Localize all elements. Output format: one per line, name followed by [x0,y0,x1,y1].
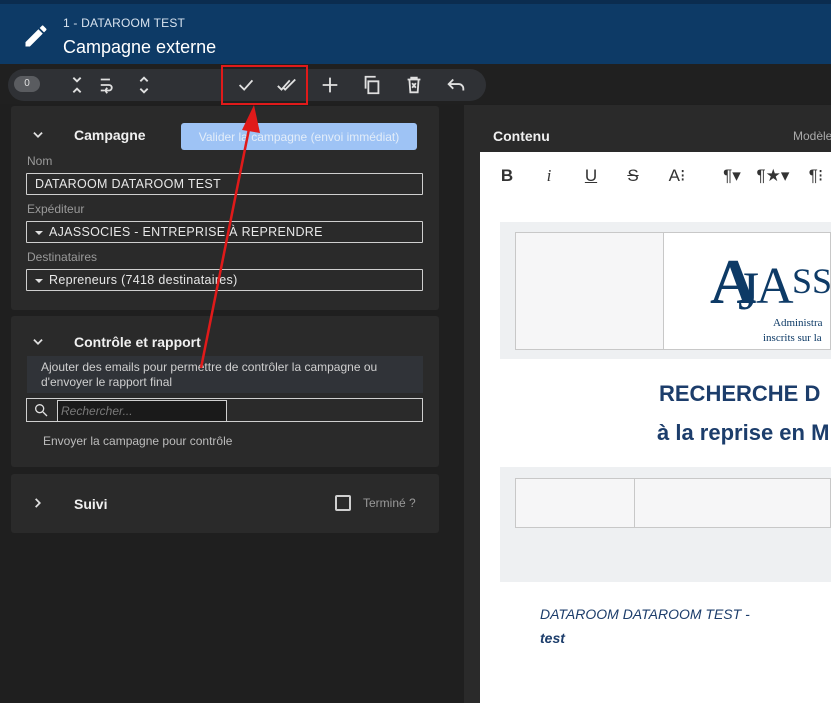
doc-body-band [500,467,831,582]
caret-down-icon [35,278,43,283]
contenu-panel: Contenu Modèle B i U S A⁝ ¶▾ ¶★▾ ¶⁝ A J … [464,105,831,703]
paragraph-format-icon[interactable]: ¶▾ [717,164,747,188]
undo-button[interactable] [443,72,469,98]
duplicate-button[interactable] [359,72,385,98]
svg-text:SS: SS [792,261,831,301]
chevron-right-icon[interactable] [31,496,45,510]
send-for-control-link[interactable]: Envoyer la campagne pour contrôle [43,434,232,448]
expediteur-label: Expéditeur [27,202,85,216]
chevron-down-icon[interactable] [31,128,45,142]
nom-label: Nom [27,154,53,168]
reorder-button[interactable] [96,72,122,98]
doc-cell [515,232,664,350]
suivi-title: Suivi [74,496,108,512]
contenu-title: Contenu [493,128,550,144]
doc-footer-line-1: DATAROOM DATAROOM TEST - [540,606,750,622]
search-input[interactable] [57,400,227,422]
search-box [26,398,423,422]
bold-button[interactable]: B [496,164,518,188]
doc-cell [634,478,831,528]
expediteur-value: AJASSOCIES - ENTREPRISE À REPRENDRE [49,225,323,239]
campagne-panel: Campagne Valider la campagne (envoi immé… [11,106,439,310]
expand-all-button[interactable] [131,72,157,98]
underline-button[interactable]: U [580,164,602,188]
paragraph-style-icon[interactable]: ¶★▾ [756,164,790,188]
logo-subtitle-1: Administra [773,317,823,329]
wrap-text-icon [100,78,113,94]
counter-badge[interactable]: 0 [14,76,40,92]
page-title: Campagne externe [63,37,217,57]
expediteur-select[interactable]: AJASSOCIES - ENTREPRISE À REPRENDRE [26,221,423,243]
validate-campaign-button[interactable]: Valider la campagne (envoi immédiat) [181,123,417,150]
info-line-2: d'envoyer le rapport final [41,375,173,389]
trash-icon [407,76,421,94]
plus-icon [322,77,338,93]
search-icon [35,404,48,417]
info-line-1: Ajouter des emails pour permettre de con… [41,360,378,374]
suivi-panel[interactable]: Suivi Terminé ? [11,474,439,533]
toolbar: 0 [0,64,831,104]
logo-subtitle-2: inscrits sur la [763,332,822,344]
italic-button[interactable]: i [538,164,560,188]
add-button[interactable] [317,72,343,98]
destinataires-select[interactable]: Repreneurs (7418 destinataires) [26,269,423,291]
doc-header-band: A J A SS Administra inscrits sur la [500,222,831,359]
modeles-label[interactable]: Modèle [793,129,831,143]
strikethrough-button[interactable]: S [622,164,644,188]
destinataires-value: Repreneurs (7418 destinataires) [49,273,238,287]
nom-field[interactable]: DATAROOM DATAROOM TEST [26,173,423,195]
termine-label: Terminé ? [363,496,416,510]
campagne-title: Campagne [74,127,146,143]
doc-footer-line-2: test [540,630,565,646]
font-size-icon[interactable]: A⁝ [664,164,690,188]
ajassocies-logo: A J A SS [710,246,831,319]
header-subtitle: 1 - DATAROOM TEST [63,16,186,30]
delete-button[interactable] [401,72,427,98]
app-header: 1 - DATAROOM TEST Campagne externe [0,0,831,64]
paragraph-align-icon[interactable]: ¶⁝ [803,164,829,188]
expand-icon [139,76,149,94]
destinataires-label: Destinataires [27,250,98,264]
undo-icon [447,78,465,91]
doc-heading-2: à la reprise en M [657,420,830,445]
doc-cell [515,478,635,528]
copy-icon [364,75,380,95]
termine-checkbox[interactable] [335,495,351,511]
caret-down-icon [35,230,43,235]
doc-heading-1: RECHERCHE D [659,381,821,406]
svg-text:A: A [756,258,794,315]
collapse-icon [72,77,82,93]
info-message: Ajouter des emails pour permettre de con… [27,356,423,393]
controle-title: Contrôle et rapport [74,334,201,350]
chevron-down-icon[interactable] [31,335,45,349]
controle-panel: Contrôle et rapport Ajouter des emails p… [11,316,439,467]
logo-cell: A J A SS Administra inscrits sur la [663,232,831,350]
rich-text-editor[interactable]: B i U S A⁝ ¶▾ ¶★▾ ¶⁝ A J A SS Administra… [480,152,831,703]
highlight-box [221,65,308,105]
collapse-all-button[interactable] [64,72,90,98]
pencil-icon[interactable] [22,22,50,50]
